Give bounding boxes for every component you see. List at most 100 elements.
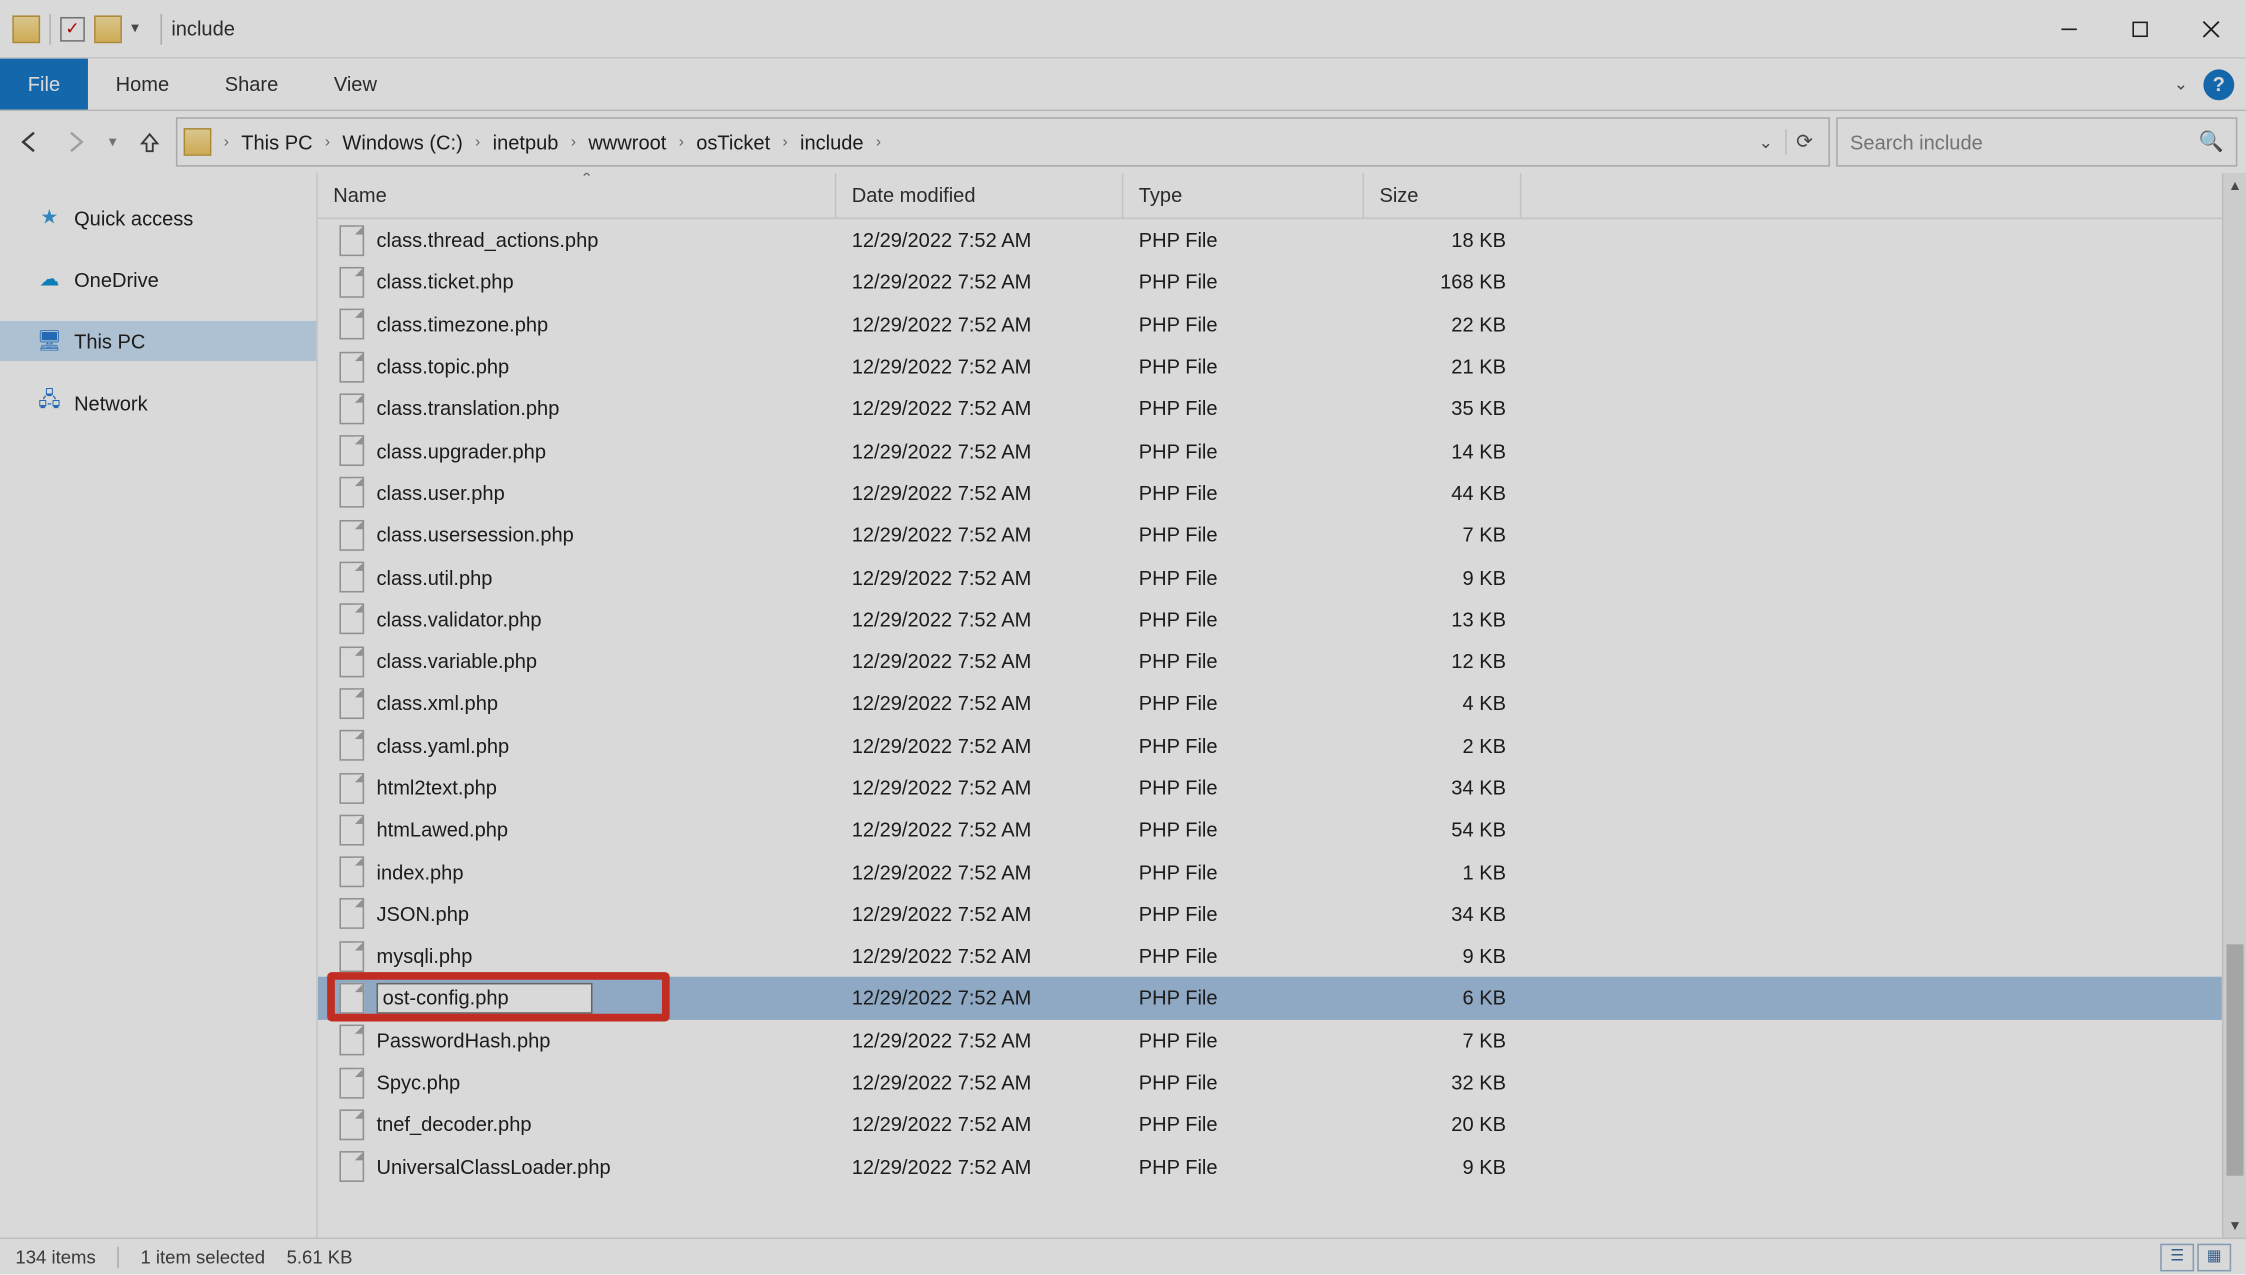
chevron-right-icon[interactable]: › — [221, 133, 232, 150]
file-list-pane: ⌃ Name Date modified Type Size class.thr… — [318, 173, 2246, 1238]
forward-button[interactable] — [56, 122, 96, 162]
column-header-date[interactable]: Date modified — [836, 173, 1123, 218]
file-type: PHP File — [1123, 397, 1364, 420]
file-row[interactable]: index.php12/29/2022 7:52 AMPHP File1 KB — [318, 851, 2222, 893]
file-name: htmLawed.php — [376, 818, 508, 841]
breadcrumb[interactable]: wwwroot — [582, 130, 672, 153]
refresh-icon[interactable]: ⟳ — [1785, 130, 1822, 155]
minimize-button[interactable] — [2034, 5, 2105, 51]
file-row[interactable]: class.yaml.php12/29/2022 7:52 AMPHP File… — [318, 725, 2222, 767]
address-history-icon[interactable]: ⌄ — [1749, 132, 1782, 152]
file-icon — [339, 225, 364, 256]
tab-share[interactable]: Share — [197, 59, 306, 110]
file-size: 12 KB — [1364, 650, 1521, 673]
breadcrumb[interactable]: osTicket — [690, 130, 776, 153]
file-type: PHP File — [1123, 987, 1364, 1010]
vertical-scrollbar[interactable]: ▲ ▼ — [2222, 173, 2246, 1238]
scroll-up-icon[interactable]: ▲ — [2223, 173, 2246, 198]
scrollbar-thumb[interactable] — [2227, 944, 2244, 1175]
file-name: class.util.php — [376, 566, 492, 589]
file-row[interactable]: class.translation.php12/29/2022 7:52 AMP… — [318, 388, 2222, 430]
help-icon[interactable]: ? — [2203, 69, 2234, 100]
breadcrumb[interactable]: Windows (C:) — [336, 130, 469, 153]
chevron-right-icon[interactable]: › — [472, 133, 483, 150]
file-icon — [339, 857, 364, 888]
file-row[interactable]: class.variable.php12/29/2022 7:52 AMPHP … — [318, 640, 2222, 682]
file-row[interactable]: class.validator.php12/29/2022 7:52 AMPHP… — [318, 598, 2222, 640]
status-item-count: 134 items — [15, 1246, 95, 1268]
file-row[interactable]: class.usersession.php12/29/2022 7:52 AMP… — [318, 514, 2222, 556]
file-row[interactable]: class.ticket.php12/29/2022 7:52 AMPHP Fi… — [318, 261, 2222, 303]
file-row[interactable]: class.topic.php12/29/2022 7:52 AMPHP Fil… — [318, 345, 2222, 387]
tab-home[interactable]: Home — [88, 59, 197, 110]
chevron-right-icon[interactable]: › — [676, 133, 687, 150]
breadcrumb[interactable]: include — [794, 130, 870, 153]
file-row[interactable]: ost-config.php12/29/2022 7:52 AMPHP File… — [318, 977, 2222, 1019]
address-bar[interactable]: › This PC › Windows (C:) › inetpub › www… — [176, 117, 1830, 166]
tab-file[interactable]: File — [0, 59, 88, 110]
file-name: class.ticket.php — [376, 271, 513, 294]
qat-dropdown-icon[interactable]: ▾ — [131, 20, 139, 37]
chevron-right-icon[interactable]: › — [873, 133, 884, 150]
search-icon[interactable]: 🔍 — [2198, 130, 2223, 155]
maximize-button[interactable] — [2105, 5, 2176, 51]
navpane-network[interactable]: 🖧 Network — [0, 383, 316, 423]
file-row[interactable]: class.timezone.php12/29/2022 7:52 AMPHP … — [318, 303, 2222, 345]
file-row[interactable]: PasswordHash.php12/29/2022 7:52 AMPHP Fi… — [318, 1019, 2222, 1061]
file-size: 18 KB — [1364, 229, 1521, 252]
file-name: mysqli.php — [376, 945, 472, 968]
column-header-name[interactable]: Name — [318, 173, 836, 218]
file-row[interactable]: class.xml.php12/29/2022 7:52 AMPHP File4… — [318, 682, 2222, 724]
file-row[interactable]: JSON.php12/29/2022 7:52 AMPHP File34 KB — [318, 893, 2222, 935]
rename-input[interactable]: ost-config.php — [376, 983, 592, 1014]
file-size: 9 KB — [1364, 566, 1521, 589]
file-row[interactable]: class.upgrader.php12/29/2022 7:52 AMPHP … — [318, 430, 2222, 472]
file-icon — [339, 477, 364, 508]
file-type: PHP File — [1123, 566, 1364, 589]
navpane-quick-access[interactable]: ★ Quick access — [0, 198, 316, 238]
file-row[interactable]: htmLawed.php12/29/2022 7:52 AMPHP File54… — [318, 809, 2222, 851]
file-icon — [339, 267, 364, 298]
search-placeholder: Search include — [1850, 130, 1983, 153]
file-size: 34 KB — [1364, 902, 1521, 925]
breadcrumb[interactable]: This PC — [235, 130, 319, 153]
file-row[interactable]: Spyc.php12/29/2022 7:52 AMPHP File32 KB — [318, 1061, 2222, 1103]
file-type: PHP File — [1123, 439, 1364, 462]
search-input[interactable]: Search include 🔍 — [1836, 117, 2237, 166]
navpane-this-pc[interactable]: 🖥 This PC — [0, 321, 316, 361]
file-size: 13 KB — [1364, 608, 1521, 631]
ribbon-collapse-icon[interactable]: ⌄ — [2174, 74, 2188, 94]
file-row[interactable]: class.thread_actions.php12/29/2022 7:52 … — [318, 219, 2222, 261]
status-selection: 1 item selected — [140, 1246, 265, 1268]
up-button[interactable] — [130, 122, 170, 162]
chevron-right-icon[interactable]: › — [779, 133, 790, 150]
file-date: 12/29/2022 7:52 AM — [836, 523, 1123, 546]
scroll-down-icon[interactable]: ▼ — [2223, 1213, 2246, 1238]
qat-newfolder-icon[interactable] — [94, 15, 122, 43]
qat-properties-icon[interactable]: ✓ — [60, 16, 85, 41]
navpane-onedrive[interactable]: ☁ OneDrive — [0, 259, 316, 299]
close-button[interactable] — [2176, 5, 2246, 51]
chevron-right-icon[interactable]: › — [568, 133, 579, 150]
chevron-right-icon[interactable]: › — [322, 133, 333, 150]
back-button[interactable] — [9, 122, 49, 162]
column-header-size[interactable]: Size — [1364, 173, 1521, 218]
file-icon — [339, 562, 364, 593]
file-row[interactable]: tnef_decoder.php12/29/2022 7:52 AMPHP Fi… — [318, 1104, 2222, 1146]
status-bar: 134 items 1 item selected 5.61 KB ☰ ▦ — [0, 1237, 2246, 1274]
file-row[interactable]: class.user.php12/29/2022 7:52 AMPHP File… — [318, 472, 2222, 514]
file-row[interactable]: mysqli.php12/29/2022 7:52 AMPHP File9 KB — [318, 935, 2222, 977]
tab-view[interactable]: View — [306, 59, 405, 110]
column-header-type[interactable]: Type — [1123, 173, 1364, 218]
file-row[interactable]: UniversalClassLoader.php12/29/2022 7:52 … — [318, 1146, 2222, 1188]
file-size: 54 KB — [1364, 818, 1521, 841]
file-row[interactable]: html2text.php12/29/2022 7:52 AMPHP File3… — [318, 767, 2222, 809]
file-type: PHP File — [1123, 229, 1364, 252]
view-large-icon[interactable]: ▦ — [2197, 1243, 2231, 1271]
view-details-icon[interactable]: ☰ — [2160, 1243, 2194, 1271]
recent-dropdown[interactable]: ▾ — [102, 122, 124, 162]
file-row[interactable]: class.util.php12/29/2022 7:52 AMPHP File… — [318, 556, 2222, 598]
separator — [161, 13, 163, 44]
file-size: 168 KB — [1364, 271, 1521, 294]
breadcrumb[interactable]: inetpub — [486, 130, 564, 153]
